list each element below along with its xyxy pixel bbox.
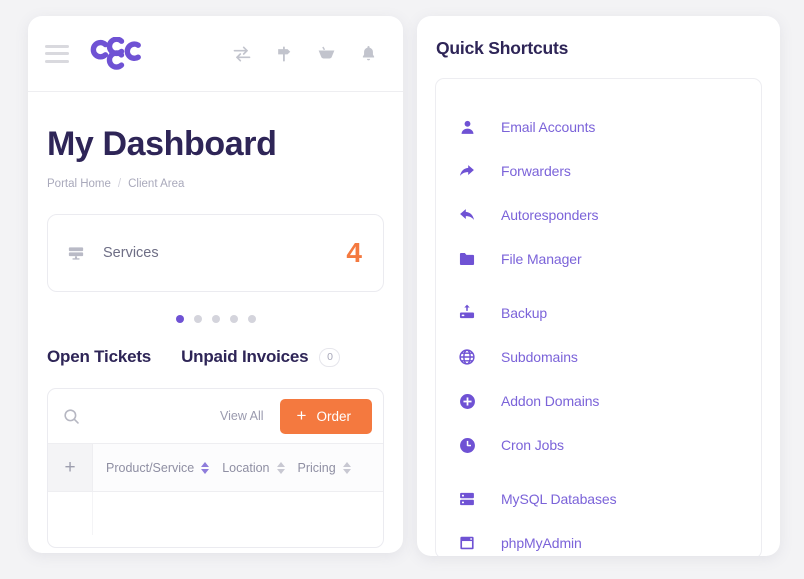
table-header-row: + Product/Service Location Pricing [48, 443, 383, 492]
shortcut-label: File Manager [501, 251, 582, 267]
globe-icon [456, 346, 478, 368]
shortcut-label: MySQL Databases [501, 491, 617, 507]
table-toolbar: View All + Order [48, 389, 383, 443]
breadcrumb: Portal Home / Client Area [47, 178, 379, 190]
dashboard-page: My Dashboard Portal Home / Client Area S… [0, 0, 804, 579]
shortcut-group-divider [436, 467, 761, 477]
shortcut-label: Forwarders [501, 163, 571, 179]
breadcrumb-home[interactable]: Portal Home [47, 178, 111, 190]
shortcut-label: Cron Jobs [501, 437, 564, 453]
expand-all-button[interactable]: + [48, 444, 93, 492]
services-table-panel: View All + Order + Product/Service Locat… [47, 388, 384, 549]
quick-shortcuts-card: Quick Shortcuts Email Accounts Forwarder… [417, 16, 780, 556]
transfer-icon[interactable] [231, 43, 253, 65]
services-label: Services [103, 245, 159, 262]
shortcut-backup[interactable]: Backup [436, 291, 761, 335]
plus-icon: + [296, 406, 307, 426]
quick-shortcuts-list: Email Accounts Forwarders Autoresponders [435, 78, 762, 556]
shortcut-mysql-databases[interactable]: MySQL Databases [436, 477, 761, 521]
carousel-dot-3[interactable] [211, 315, 220, 324]
sort-arrows-icon[interactable] [201, 461, 210, 474]
view-all-link[interactable]: View All [220, 409, 270, 423]
hamburger-line [45, 44, 69, 48]
forward-arrow-icon [456, 160, 478, 182]
top-navigation-bar [28, 16, 403, 92]
shortcut-email-accounts[interactable]: Email Accounts [436, 105, 761, 149]
services-stat-card[interactable]: Services 4 [47, 214, 384, 293]
carousel-dot-1[interactable] [175, 315, 184, 324]
shortcut-subdomains[interactable]: Subdomains [436, 335, 761, 379]
topbar-icon-group [231, 43, 379, 65]
shortcut-cron-jobs[interactable]: Cron Jobs [436, 423, 761, 467]
quick-shortcuts-title: Quick Shortcuts [436, 38, 569, 58]
column-header-location-label: Location [222, 460, 270, 475]
shortcut-autoresponders[interactable]: Autoresponders [436, 193, 761, 237]
shortcut-forwarders[interactable]: Forwarders [436, 149, 761, 193]
search-icon[interactable] [62, 407, 81, 426]
carousel-dot-4[interactable] [229, 315, 238, 324]
tab-open-tickets-label: Open Tickets [47, 347, 152, 367]
tab-unpaid-invoices-label: Unpaid Invoices [181, 347, 309, 367]
column-header-product-service[interactable]: Product/Service [93, 460, 210, 475]
carousel-dot-2[interactable] [193, 315, 202, 324]
breadcrumb-separator: / [117, 178, 122, 191]
column-header-pricing-label: Pricing [297, 460, 336, 475]
sort-arrows-icon[interactable] [342, 461, 351, 474]
folder-icon [456, 248, 478, 270]
column-header-product-service-label: Product/Service [106, 460, 195, 475]
services-count: 4 [346, 237, 362, 269]
hamburger-menu-icon[interactable] [45, 44, 69, 63]
clock-icon [456, 434, 478, 456]
order-button[interactable]: + Order [279, 398, 372, 434]
shortcut-addon-domains[interactable]: Addon Domains [436, 379, 761, 423]
breadcrumb-current[interactable]: Client Area [128, 178, 184, 190]
table-row[interactable] [48, 491, 383, 536]
hamburger-line [45, 52, 69, 55]
page-title: My Dashboard [47, 125, 277, 163]
shortcut-file-manager[interactable]: File Manager [436, 237, 761, 281]
column-header-location[interactable]: Location [209, 460, 285, 475]
page-header: My Dashboard Portal Home / Client Area [28, 92, 403, 190]
unpaid-invoices-badge: 0 [319, 347, 341, 367]
shortcut-label: Email Accounts [501, 119, 596, 135]
hamburger-line [45, 59, 69, 63]
sort-arrows-icon[interactable] [276, 461, 285, 474]
order-button-label: Order [316, 408, 351, 424]
shortcut-group-divider [436, 281, 761, 291]
brand-logo-icon[interactable] [90, 37, 142, 70]
shortcut-phpmyadmin[interactable]: phpMyAdmin [436, 521, 761, 556]
signpost-icon[interactable] [273, 43, 295, 65]
user-icon [456, 116, 478, 138]
database-icon [456, 488, 478, 510]
bell-icon[interactable] [357, 43, 379, 65]
tab-unpaid-invoices[interactable]: Unpaid Invoices 0 [181, 347, 341, 367]
shortcut-label: Backup [501, 305, 548, 321]
shortcut-label: phpMyAdmin [501, 535, 582, 551]
server-monitor-icon [66, 243, 86, 263]
shortcut-label: Subdomains [501, 349, 578, 365]
dashboard-card: My Dashboard Portal Home / Client Area S… [28, 16, 403, 553]
tab-bar: Open Tickets Unpaid Invoices 0 [28, 347, 403, 367]
tab-open-tickets[interactable]: Open Tickets [47, 347, 151, 367]
shopping-basket-icon[interactable] [315, 43, 337, 65]
table-row-expand-cell[interactable] [48, 492, 93, 536]
backup-upload-icon [456, 302, 478, 324]
shortcut-label: Autoresponders [501, 207, 599, 223]
browser-window-icon [456, 532, 478, 554]
reply-arrow-icon [456, 204, 478, 226]
plus-circle-icon [456, 390, 478, 412]
column-header-pricing[interactable]: Pricing [285, 461, 351, 475]
carousel-dots [28, 315, 403, 324]
shortcut-label: Addon Domains [501, 393, 600, 409]
carousel-dot-5[interactable] [247, 315, 256, 324]
